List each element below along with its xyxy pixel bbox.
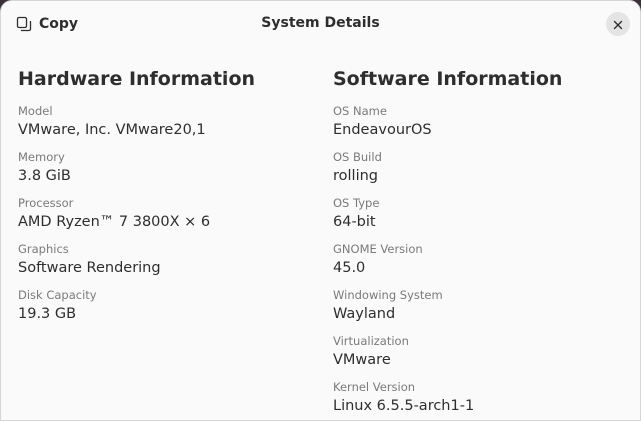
field-memory: Memory 3.8 GiB	[18, 149, 318, 195]
window-title: System Details	[261, 15, 380, 31]
field-label: OS Build	[333, 150, 382, 164]
copy-button[interactable]: Copy	[9, 9, 86, 39]
field-value: 3.8 GiB	[18, 168, 71, 184]
field-processor: Processor AMD Ryzen™ 7 3800X × 6	[18, 195, 318, 241]
field-label: OS Type	[333, 196, 380, 210]
field-value: AMD Ryzen™ 7 3800X × 6	[18, 214, 211, 230]
field-disk-capacity: Disk Capacity 19.3 GB	[18, 287, 318, 333]
system-details-window: Copy System Details Hardware Information…	[0, 0, 641, 421]
field-value: Wayland	[333, 306, 396, 322]
hardware-section: Hardware Information Model VMware, Inc. …	[18, 65, 318, 333]
field-label: Disk Capacity	[18, 288, 97, 302]
field-model: Model VMware, Inc. VMware20,1	[18, 103, 318, 149]
close-icon	[613, 15, 623, 34]
field-value: Software Rendering	[18, 260, 161, 276]
field-value: Linux 6.5.5-arch1-1	[333, 398, 475, 414]
close-button[interactable]	[606, 12, 630, 36]
field-value: 19.3 GB	[18, 306, 77, 322]
field-label: Windowing System	[333, 288, 443, 302]
field-label: Virtualization	[333, 334, 409, 348]
copy-button-label: Copy	[39, 16, 79, 32]
field-kernel-version: Kernel Version Linux 6.5.5-arch1-1	[333, 379, 633, 420]
copy-icon	[15, 16, 32, 33]
field-os-build: OS Build rolling	[333, 149, 633, 195]
field-os-name: OS Name EndeavourOS	[333, 103, 633, 149]
field-value: VMware	[333, 352, 391, 368]
field-virtualization: Virtualization VMware	[333, 333, 633, 379]
software-section-title: Software Information	[333, 68, 563, 90]
field-value: EndeavourOS	[333, 122, 432, 138]
field-os-type: OS Type 64-bit	[333, 195, 633, 241]
field-value: 64-bit	[333, 214, 376, 230]
field-graphics: Graphics Software Rendering	[18, 241, 318, 287]
hardware-section-title: Hardware Information	[18, 68, 256, 90]
field-label: Graphics	[18, 242, 69, 256]
field-value: rolling	[333, 168, 378, 184]
field-label: OS Name	[333, 104, 387, 118]
field-gnome-version: GNOME Version 45.0	[333, 241, 633, 287]
field-label: Kernel Version	[333, 380, 416, 394]
field-label: GNOME Version	[333, 242, 423, 256]
field-value: 45.0	[333, 260, 366, 276]
header-bar: Copy System Details	[1, 1, 640, 48]
field-label: Memory	[18, 150, 65, 164]
field-label: Processor	[18, 196, 74, 210]
software-section: Software Information OS Name EndeavourOS…	[333, 65, 633, 420]
field-windowing-system: Windowing System Wayland	[333, 287, 633, 333]
field-value: VMware, Inc. VMware20,1	[18, 122, 206, 138]
field-label: Model	[18, 104, 53, 118]
